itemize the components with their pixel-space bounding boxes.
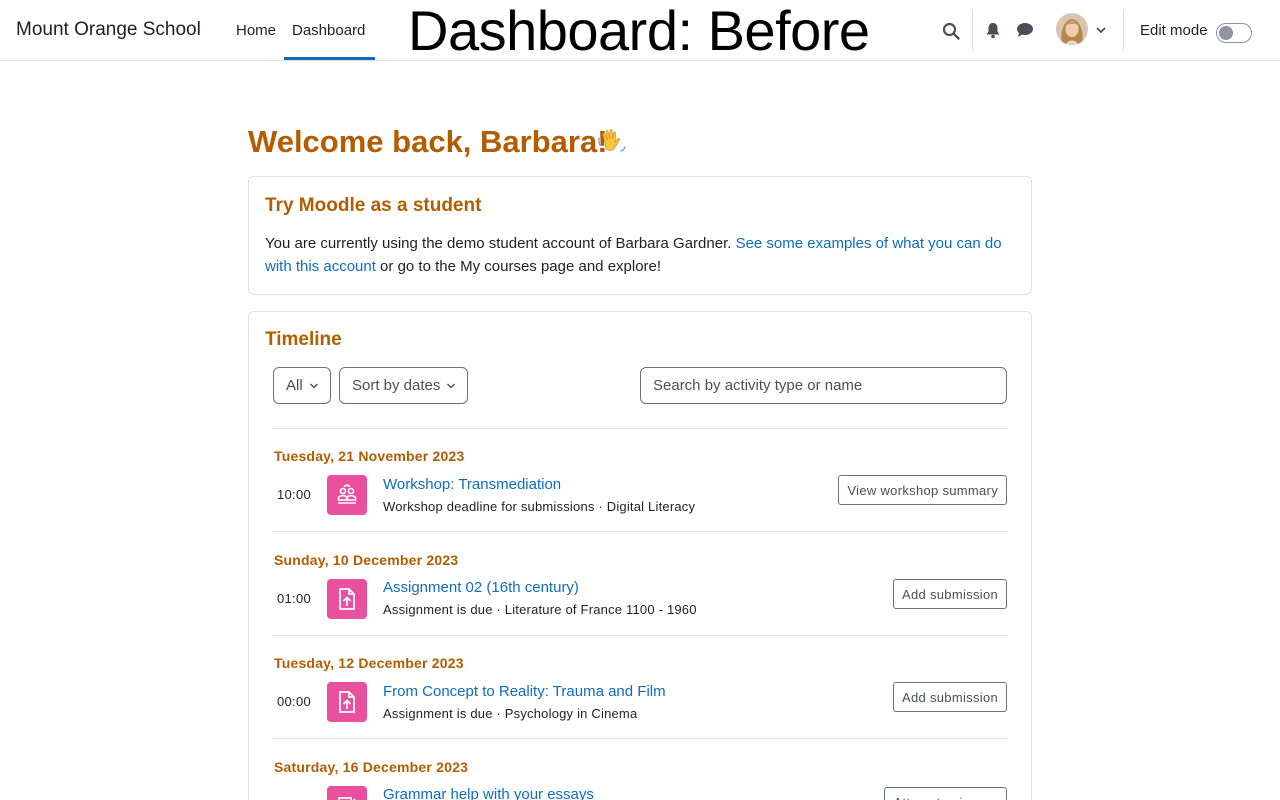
try-moodle-text: You are currently using the demo student… [265, 232, 1021, 278]
assignment-icon [327, 682, 367, 722]
add-submission-button[interactable]: Add submission [893, 682, 1007, 712]
event-activity-link[interactable]: Workshop: Transmediation [383, 476, 561, 493]
event-time: 01:00 [277, 591, 312, 606]
nav-home-link[interactable]: Home [236, 22, 276, 39]
event-time: 10:00 [277, 487, 312, 502]
event-activity-link[interactable]: Grammar help with your essays [383, 786, 594, 800]
try-moodle-card: Try Moodle as a student You are currentl… [248, 176, 1032, 295]
filter-selected-value: All [286, 377, 303, 394]
timeline-card: Timeline All Sort by dates Tuesday, 21 N… [248, 311, 1032, 800]
timeline-divider [272, 738, 1008, 739]
timeline-date-heading: Saturday, 16 December 2023 [274, 759, 469, 775]
event-time: 00:00 [277, 694, 312, 709]
event-activity-link[interactable]: Assignment 02 (16th century) [383, 579, 579, 596]
overlay-caption: Dashboard: Before [408, 0, 870, 62]
workshop-icon [327, 475, 367, 515]
timeline-divider [272, 428, 1008, 429]
timeline-date-heading: Tuesday, 12 December 2023 [274, 655, 464, 671]
navbar-divider [1123, 10, 1124, 52]
timeline-divider [272, 635, 1008, 636]
timeline-divider [272, 531, 1008, 532]
quiz-icon [327, 786, 367, 800]
chevron-down-icon [310, 383, 318, 389]
welcome-heading: Welcome back, Barbara! [248, 124, 608, 159]
timeline-title: Timeline [265, 329, 342, 350]
event-subtitle: Workshop deadline for submissions · Digi… [383, 499, 696, 514]
user-menu-chevron-down-icon[interactable] [1095, 24, 1107, 36]
search-icon[interactable] [940, 20, 962, 42]
top-navbar: Mount Orange School Home Dashboard Dashb… [0, 0, 1280, 61]
try-moodle-title: Try Moodle as a student [265, 195, 482, 216]
nav-active-indicator [284, 57, 375, 60]
timeline-sort-dropdown[interactable]: Sort by dates [339, 367, 468, 404]
sort-selected-value: Sort by dates [352, 377, 441, 394]
chevron-down-icon [447, 383, 455, 389]
nav-dashboard-link[interactable]: Dashboard [292, 22, 365, 39]
notifications-bell-icon[interactable] [983, 20, 1003, 40]
try-text-after: or go to the My courses page and explore… [375, 258, 662, 275]
user-avatar[interactable] [1056, 13, 1088, 45]
navbar-divider [972, 10, 973, 52]
toggle-knob [1219, 26, 1233, 40]
add-submission-button[interactable]: Add submission [893, 579, 1007, 609]
try-text-before: You are currently using the demo student… [265, 235, 736, 252]
view-workshop-summary-button[interactable]: View workshop summary [838, 475, 1007, 505]
timeline-search-input[interactable] [640, 367, 1007, 404]
assignment-icon [327, 579, 367, 619]
edit-mode-label: Edit mode [1140, 22, 1208, 39]
edit-mode-toggle[interactable] [1216, 23, 1252, 43]
timeline-filter-dropdown[interactable]: All [273, 367, 331, 404]
waving-hand-icon [596, 126, 630, 160]
timeline-date-heading: Sunday, 10 December 2023 [274, 552, 459, 568]
event-subtitle: Assignment is due · Literature of France… [383, 602, 697, 617]
event-activity-link[interactable]: From Concept to Reality: Trauma and Film [383, 683, 666, 700]
site-name-link[interactable]: Mount Orange School [16, 19, 201, 41]
event-subtitle: Assignment is due · Psychology in Cinema [383, 706, 638, 721]
attempt-quiz-button[interactable]: Attempt quiz now [884, 787, 1007, 800]
messages-chat-icon[interactable] [1014, 20, 1036, 40]
timeline-date-heading: Tuesday, 21 November 2023 [274, 448, 465, 464]
